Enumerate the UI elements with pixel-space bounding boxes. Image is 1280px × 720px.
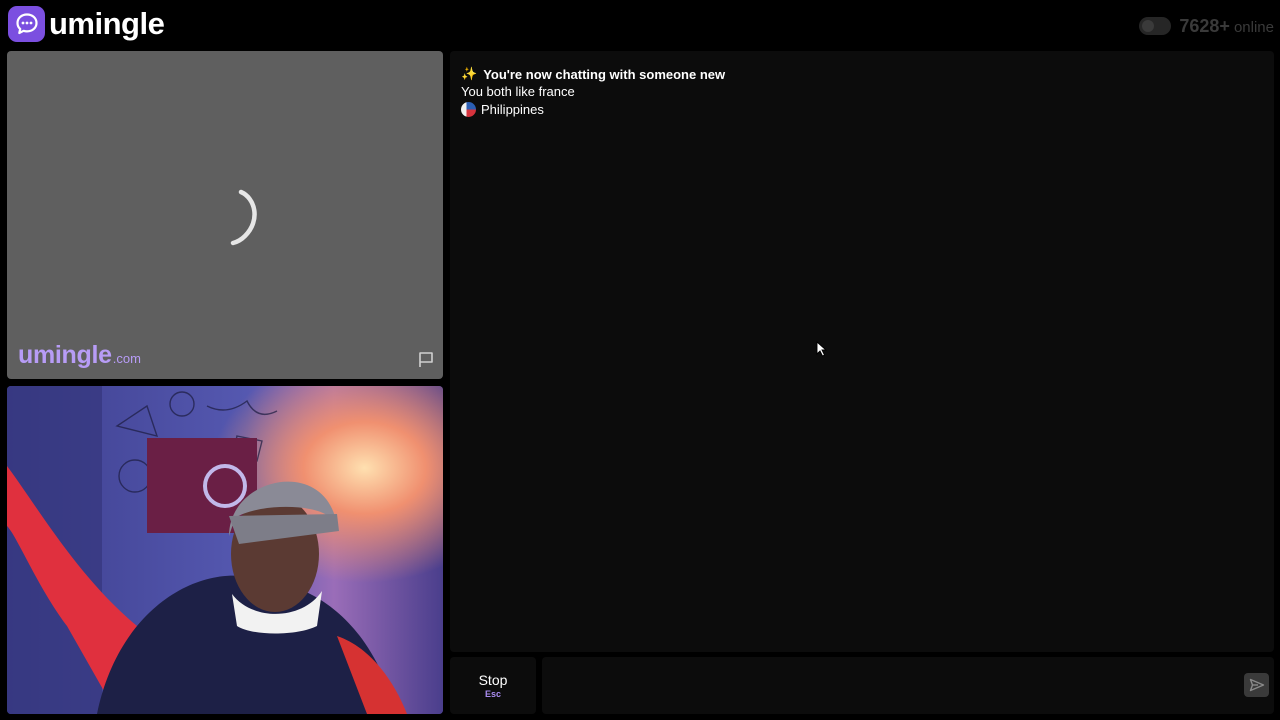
system-message-interests: You both like france bbox=[461, 84, 575, 99]
message-input[interactable] bbox=[542, 657, 1274, 714]
send-button[interactable] bbox=[1244, 673, 1269, 697]
system-message-new-chat: ✨ You're now chatting with someone new bbox=[461, 66, 725, 82]
sparkles-icon: ✨ bbox=[461, 66, 478, 81]
watermark-main: umingle bbox=[18, 341, 112, 369]
system-message-text: You're now chatting with someone new bbox=[483, 66, 726, 82]
self-webcam-video bbox=[7, 386, 443, 714]
logo[interactable]: umingle bbox=[8, 6, 165, 42]
report-flag-icon[interactable] bbox=[417, 351, 435, 369]
stranger-video: umingle .com bbox=[7, 51, 443, 379]
header: umingle 7628+ online bbox=[0, 0, 1280, 50]
chat-panel: ✨ You're now chatting with someone new Y… bbox=[450, 51, 1274, 652]
webcam-frame bbox=[7, 386, 443, 714]
system-message-country: Philippines bbox=[461, 102, 544, 117]
stop-button[interactable]: Stop Esc bbox=[450, 657, 536, 714]
chat-bubble-icon bbox=[8, 6, 45, 42]
country-name: Philippines bbox=[481, 102, 544, 117]
online-label: online bbox=[1233, 19, 1274, 36]
send-icon bbox=[1249, 678, 1264, 692]
online-toggle[interactable] bbox=[1139, 17, 1172, 35]
philippines-flag-icon bbox=[461, 102, 476, 117]
brand-name: umingle bbox=[49, 6, 165, 41]
stop-label: Stop bbox=[478, 672, 508, 688]
online-indicator: 7628+ online bbox=[1139, 14, 1274, 37]
umingle-watermark: umingle .com bbox=[18, 341, 141, 370]
mouse-cursor-icon bbox=[816, 341, 828, 357]
loading-spinner-icon bbox=[230, 189, 257, 246]
watermark-suffix: .com bbox=[112, 351, 141, 366]
online-count: 7628+ bbox=[1179, 16, 1230, 36]
stop-shortcut: Esc bbox=[484, 689, 501, 699]
